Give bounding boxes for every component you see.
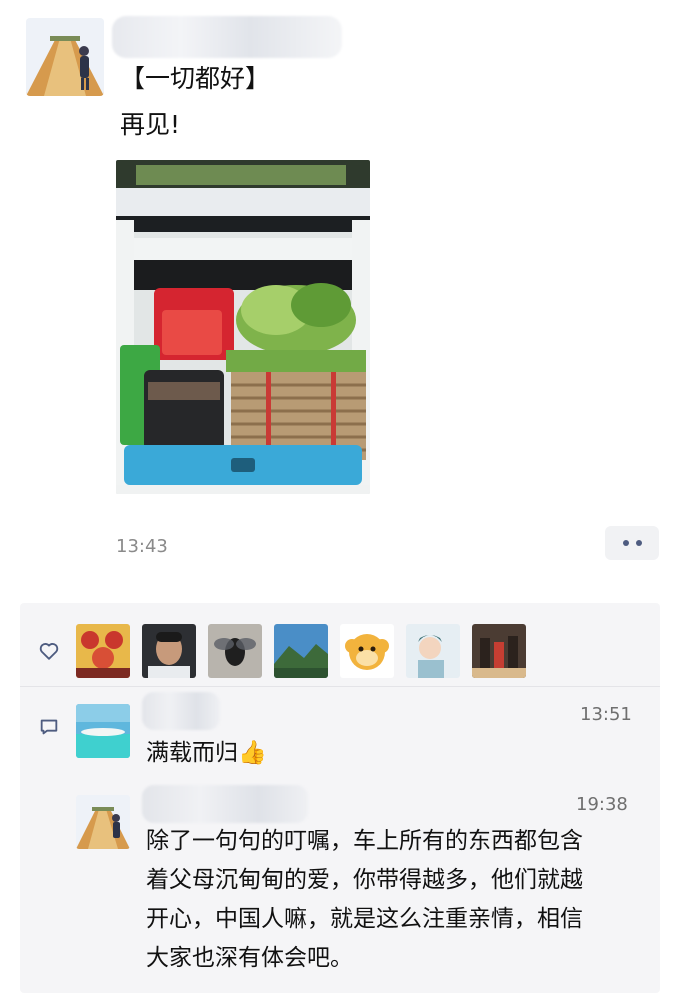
post-timestamp: 13:43: [116, 536, 168, 557]
author-avatar-image: [26, 18, 104, 96]
commenter-avatar-1[interactable]: [76, 704, 130, 758]
comment-text-2-line-1: 除了一句句的叮嘱，车上所有的东西都包含: [146, 828, 583, 854]
more-dots-button[interactable]: [605, 526, 659, 560]
likes-avatar-list: [76, 624, 526, 678]
panel-divider: [20, 686, 660, 687]
author-avatar[interactable]: [26, 18, 104, 96]
comment-text-2-line-4: 大家也深有体会吧。: [146, 945, 353, 971]
more-dot-icon: [635, 540, 642, 546]
comment-text-2-line-2: 着父母沉甸甸的爱，你带得越多，他们就越: [146, 867, 583, 893]
liker-avatar-2[interactable]: [142, 624, 196, 678]
comment-text-2-line-3: 开心，中国人嘛，就是这么注重亲情，相信: [146, 906, 583, 932]
liker-avatar-7[interactable]: [472, 624, 526, 678]
heart-outline-icon: [38, 640, 60, 662]
liker-avatar-5[interactable]: [340, 624, 394, 678]
commenter-name-redacted-2[interactable]: [142, 785, 308, 823]
comment-timestamp-1: 13:51: [580, 704, 632, 725]
comment-bubble-icon: [38, 716, 60, 738]
car-trunk-photo: [116, 160, 370, 494]
commenter-avatar-2[interactable]: [76, 795, 130, 849]
more-dot-icon: [622, 540, 629, 546]
post-text-line-1: 【一切都好】: [120, 64, 271, 93]
comment-timestamp-2: 19:38: [576, 794, 628, 815]
post-text-line-2: 再见!: [120, 110, 181, 139]
comment-text-1: 满载而归👍: [146, 740, 267, 766]
post-photo[interactable]: [116, 160, 370, 494]
author-name-redacted[interactable]: [112, 16, 342, 58]
liker-avatar-4[interactable]: [274, 624, 328, 678]
liker-avatar-3[interactable]: [208, 624, 262, 678]
commenter-name-redacted-1[interactable]: [142, 692, 220, 730]
liker-avatar-1[interactable]: [76, 624, 130, 678]
liker-avatar-6[interactable]: [406, 624, 460, 678]
